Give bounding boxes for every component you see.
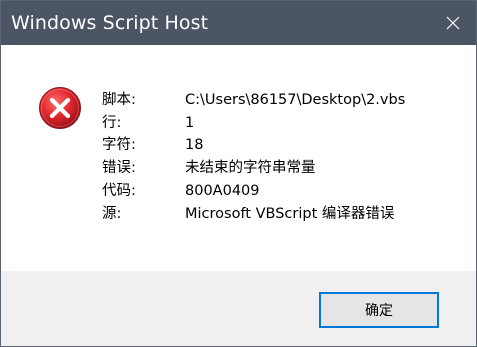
value-char: 18 (185, 137, 204, 154)
label-source: 源: (102, 205, 122, 222)
window-title: Windows Script Host (11, 12, 209, 34)
close-button[interactable] (430, 1, 476, 45)
value-script: C:\Users\86157\Desktop\2.vbs (185, 92, 406, 108)
value-line: 1 (185, 114, 195, 131)
label-code: 代码: (102, 182, 136, 199)
label-line: 行: (102, 114, 122, 131)
label-script: 脚本: (102, 92, 136, 108)
value-source: Microsoft VBScript 编译器错误 (185, 205, 395, 222)
label-char: 字符: (102, 137, 136, 154)
ok-button[interactable]: 确定 (319, 292, 439, 328)
close-icon (446, 16, 460, 30)
title-bar[interactable]: Windows Script Host (1, 1, 476, 45)
dialog-content: 脚本: C:\Users\86157\Desktop\2.vbs 行: 1 字符… (1, 45, 476, 271)
button-area: 确定 (1, 271, 476, 346)
label-error: 错误: (102, 160, 136, 177)
dialog-window: Windows Script Host 脚本: C:\Users\86157\D… (0, 0, 477, 347)
ok-button-label: 确定 (365, 303, 393, 319)
value-code: 800A0409 (185, 182, 260, 199)
error-icon (39, 87, 81, 129)
message-details: 脚本: C:\Users\86157\Desktop\2.vbs 行: 1 字符… (102, 89, 405, 225)
value-error: 未结束的字符串常量 (185, 160, 316, 177)
